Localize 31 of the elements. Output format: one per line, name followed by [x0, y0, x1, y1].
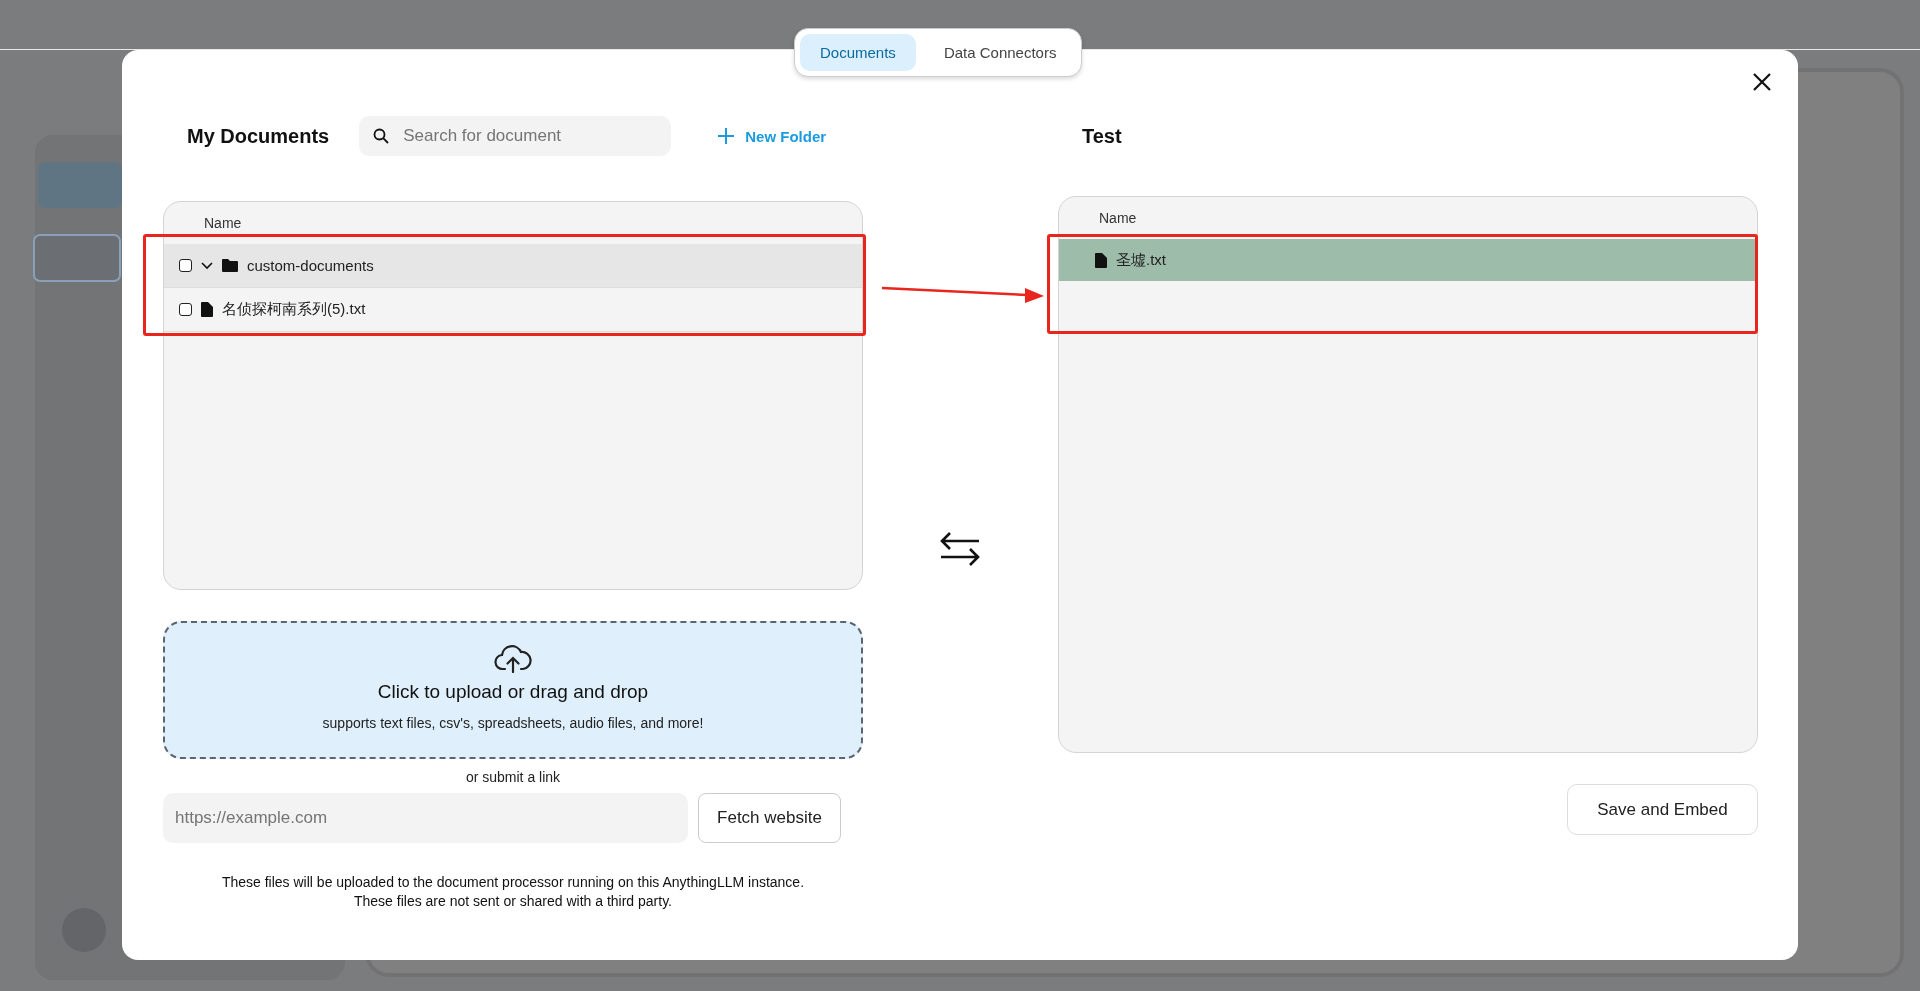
upload-hint: supports text files, csv's, spreadsheets, audio files, and more! — [322, 715, 704, 731]
table-row[interactable]: 名侦探柯南系列(5).txt — [164, 288, 862, 332]
table-row[interactable]: 圣墟.txt — [1059, 239, 1757, 281]
file-name: 名侦探柯南系列(5).txt — [222, 300, 366, 319]
file-name: 圣墟.txt — [1116, 250, 1166, 270]
upload-title: Click to upload or drag and drop — [377, 681, 649, 703]
swap-arrows-icon[interactable] — [939, 530, 981, 568]
checkbox[interactable] — [179, 259, 192, 272]
search-icon — [373, 128, 390, 144]
tab[interactable]: Data Connectors — [923, 34, 1077, 71]
checkbox[interactable] — [179, 303, 192, 316]
workspace-title: Test — [1082, 124, 1122, 148]
fetch-website-button[interactable]: Fetch website — [698, 793, 841, 843]
file-name: custom-documents — [247, 257, 374, 274]
chevron-down-icon[interactable] — [201, 261, 213, 270]
save-and-embed-button[interactable]: Save and Embed — [1567, 784, 1758, 835]
section-title: My Documents — [187, 124, 330, 148]
plus-icon — [717, 127, 736, 145]
tab[interactable]: Documents — [800, 34, 916, 71]
upload-dropzone[interactable]: Click to upload or drag and drop supports text files, csv's, spreadsheets, audio files, and more! — [163, 621, 863, 759]
table-row[interactable]: custom-documents — [164, 244, 862, 288]
file-icon — [201, 302, 213, 317]
notice-text: These files are not sent or shared with a third party. — [353, 891, 673, 911]
search-field[interactable]: Search for document — [359, 116, 672, 156]
cloud-upload-icon — [494, 643, 532, 673]
file-icon — [1095, 252, 1107, 268]
link-label: or submit a link — [465, 769, 561, 785]
url-field[interactable]: https://example.com — [163, 793, 688, 843]
folder-icon — [222, 259, 238, 272]
notice-text: These files will be uploaded to the document processor running on this AnythingLLM instance. — [221, 873, 805, 892]
column-header: Name — [164, 202, 862, 244]
